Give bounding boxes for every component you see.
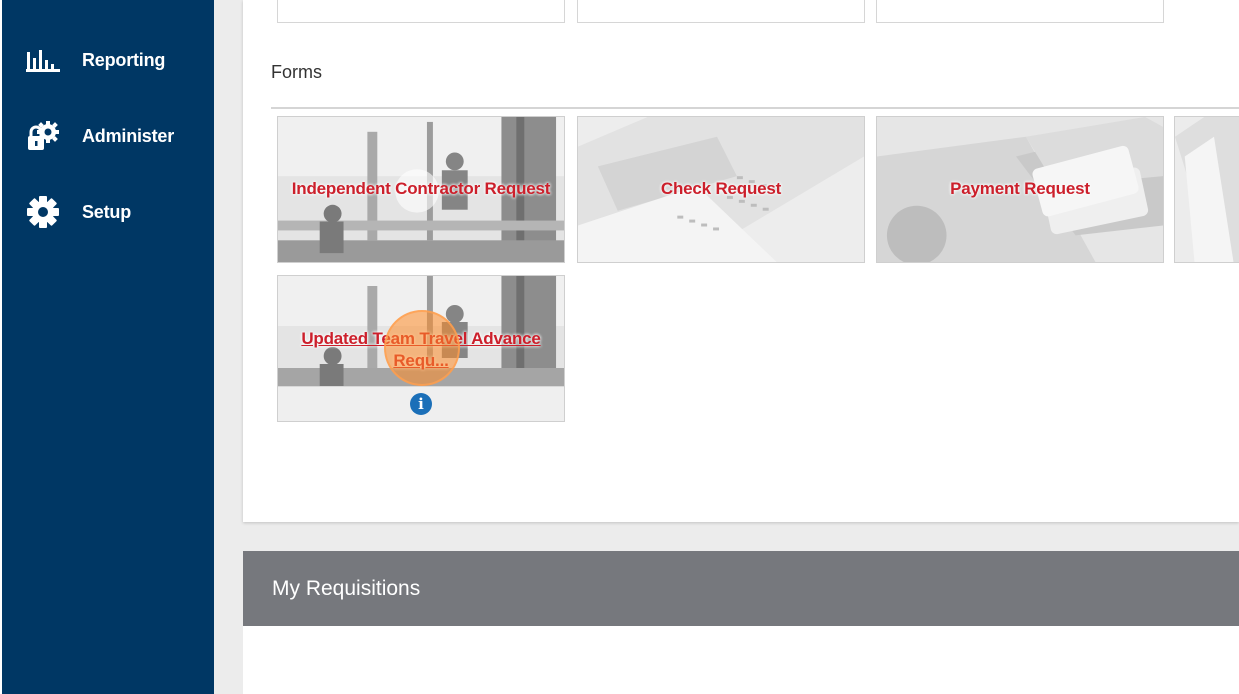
- form-tile-label: Independent Contractor Request: [291, 179, 551, 198]
- form-tile-independent-contractor-request[interactable]: Independent Contractor Request: [277, 116, 565, 263]
- my-requisitions-title: My Requisitions: [272, 576, 421, 600]
- form-tile-partial[interactable]: [277, 0, 565, 23]
- form-tile-partial[interactable]: [577, 0, 865, 23]
- sidebar-item-setup[interactable]: Setup: [26, 192, 206, 232]
- form-tile-label: Updated Team Travel Advance Requ...: [301, 329, 541, 370]
- form-tile-footer: i: [278, 386, 564, 421]
- my-requisitions-header: My Requisitions: [243, 551, 1239, 626]
- partial-photo: [1175, 117, 1239, 262]
- sidebar-item-label: Reporting: [82, 49, 166, 70]
- forms-section-title: Forms: [271, 62, 322, 82]
- form-tile-label: Check Request: [660, 179, 782, 198]
- sidebar-item-administer[interactable]: Administer: [26, 116, 206, 156]
- my-requisitions-body: [243, 626, 1239, 694]
- bar-chart-icon: [26, 44, 62, 76]
- form-tile-payment-request[interactable]: Payment Request: [876, 116, 1164, 263]
- sidebar-item-label: Administer: [82, 125, 175, 146]
- sidebar: Reporting Administer Setup: [0, 0, 214, 694]
- info-icon[interactable]: i: [410, 393, 432, 415]
- gear-icon: [26, 196, 62, 228]
- admin-lock-gear-icon: [26, 120, 62, 152]
- form-tile-updated-team-travel-advance-request[interactable]: Updated Team Travel Advance Requ... i: [277, 275, 565, 422]
- form-tile-label: Payment Request: [950, 179, 1090, 198]
- sidebar-item-reporting[interactable]: Reporting: [26, 40, 206, 80]
- forms-divider: [271, 107, 1239, 109]
- sidebar-item-label: Setup: [82, 201, 132, 222]
- form-tile-partial[interactable]: [876, 0, 1164, 23]
- form-tile-partial[interactable]: [1174, 116, 1239, 263]
- form-tile-check-request[interactable]: Check Request: [577, 116, 865, 263]
